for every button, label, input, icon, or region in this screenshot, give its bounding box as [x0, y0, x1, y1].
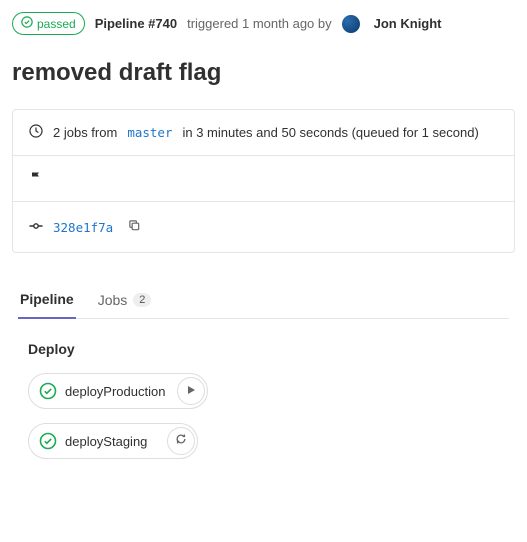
- job-pill-deploy-production: deployProduction: [28, 373, 208, 409]
- commit-sha-link[interactable]: 328e1f7a: [53, 220, 113, 235]
- pipeline-graph: Deploy deployProduction: [12, 319, 515, 483]
- check-circle-icon: [39, 432, 57, 450]
- stage-name: Deploy: [28, 341, 499, 357]
- job-deploy-staging[interactable]: deployStaging: [29, 424, 169, 458]
- tab-jobs-label: Jobs: [98, 292, 128, 308]
- pipeline-number[interactable]: Pipeline #740: [95, 16, 177, 31]
- flag-icon: [29, 170, 43, 187]
- retry-icon: [175, 432, 187, 450]
- tab-pipeline[interactable]: Pipeline: [18, 281, 76, 319]
- copy-icon: [128, 219, 141, 235]
- commit-message: removed draft flag: [12, 59, 515, 87]
- jobs-count-badge: 2: [133, 293, 151, 307]
- tab-pipeline-label: Pipeline: [20, 291, 74, 307]
- status-badge: passed: [12, 12, 85, 35]
- check-circle-icon: [39, 382, 57, 400]
- flag-row: [13, 156, 514, 202]
- tab-jobs[interactable]: Jobs 2: [96, 281, 154, 318]
- status-label: passed: [37, 17, 76, 31]
- check-circle-icon: [21, 16, 33, 31]
- triggered-text: triggered 1 month ago by: [187, 16, 332, 31]
- copy-sha-button[interactable]: [123, 216, 145, 238]
- commit-icon: [29, 219, 43, 236]
- tab-bar: Pipeline Jobs 2: [18, 281, 509, 319]
- job-deploy-production[interactable]: deployProduction: [29, 374, 179, 408]
- clock-icon: [29, 124, 43, 141]
- duration-text: in 3 minutes and 50 seconds (queued for …: [182, 125, 478, 140]
- branch-link[interactable]: master: [127, 125, 172, 140]
- duration-row: 2 jobs from master in 3 minutes and 50 s…: [13, 110, 514, 156]
- play-job-button[interactable]: [177, 377, 205, 405]
- pipeline-info-box: 2 jobs from master in 3 minutes and 50 s…: [12, 109, 515, 253]
- job-pill-deploy-staging: deployStaging: [28, 423, 198, 459]
- job-name: deployProduction: [65, 384, 165, 399]
- jobs-count-text: 2 jobs from: [53, 125, 117, 140]
- commit-row: 328e1f7a: [13, 202, 514, 252]
- pipeline-header: passed Pipeline #740 triggered 1 month a…: [12, 12, 515, 35]
- job-name: deployStaging: [65, 434, 147, 449]
- retry-job-button[interactable]: [167, 427, 195, 455]
- avatar[interactable]: [342, 15, 360, 33]
- user-link[interactable]: Jon Knight: [374, 16, 442, 31]
- play-icon: [186, 382, 196, 400]
